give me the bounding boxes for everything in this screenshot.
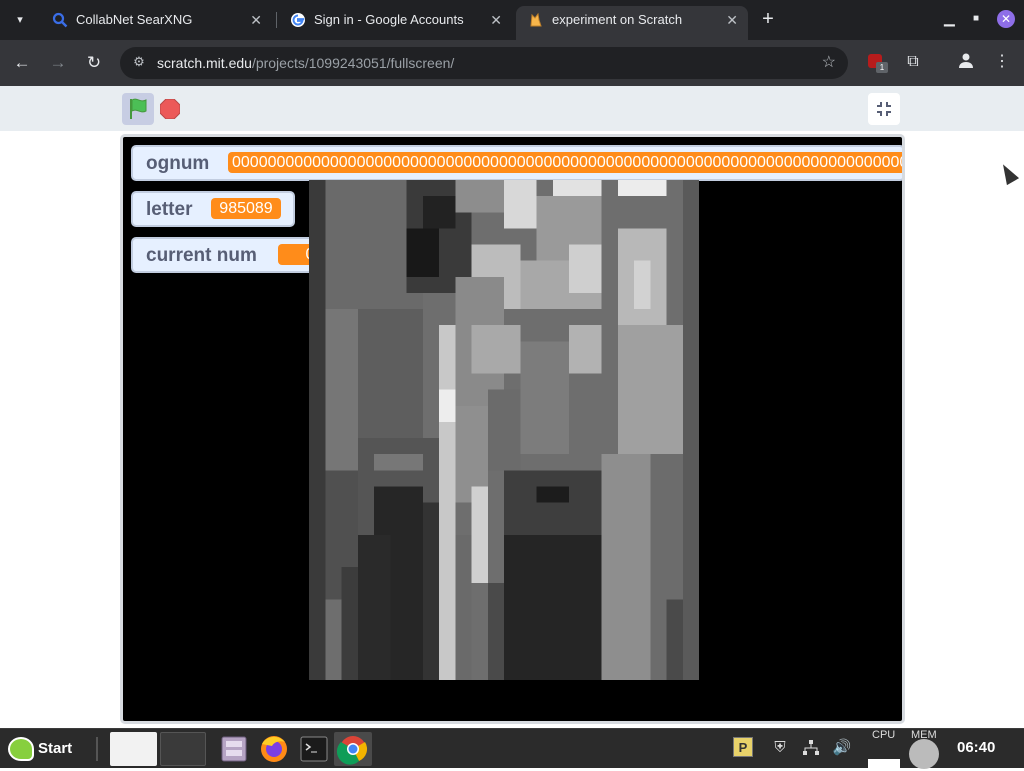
tab-searxng[interactable]: CollabNet SearXNG ✕ bbox=[40, 6, 272, 40]
exit-fullscreen-button[interactable] bbox=[868, 93, 900, 125]
bookmark-star-icon[interactable]: ☆ bbox=[822, 47, 836, 79]
forward-button[interactable]: → bbox=[46, 51, 70, 75]
taskbar-separator bbox=[96, 737, 98, 761]
cpu-label: CPU bbox=[872, 729, 896, 741]
firefox-icon[interactable] bbox=[256, 732, 292, 766]
network-icon[interactable] bbox=[801, 738, 821, 758]
reload-button[interactable]: ↻ bbox=[82, 51, 106, 75]
variable-monitor-letter: letter 985089 bbox=[131, 191, 295, 227]
pixelated-image-sprite bbox=[309, 180, 699, 680]
search-icon bbox=[52, 12, 68, 28]
back-button[interactable]: ← bbox=[10, 51, 34, 75]
extensions-puzzle-icon[interactable]: ⧉ bbox=[902, 51, 924, 73]
tab-scratch[interactable]: experiment on Scratch ✕ bbox=[516, 6, 748, 40]
minimize-button[interactable]: ▁ bbox=[944, 10, 955, 27]
clock[interactable]: 06:40 bbox=[957, 739, 995, 756]
monitor-label: current num bbox=[146, 245, 257, 266]
volume-icon[interactable]: 🔊 bbox=[832, 738, 852, 758]
profile-icon[interactable] bbox=[955, 51, 977, 73]
google-icon bbox=[291, 13, 305, 27]
workspace-2[interactable] bbox=[160, 732, 206, 766]
tab-title: CollabNet SearXNG bbox=[76, 12, 193, 27]
workspace-1[interactable] bbox=[110, 732, 157, 766]
monitor-label: letter bbox=[146, 199, 193, 220]
green-flag-button[interactable] bbox=[122, 93, 154, 125]
tab-title: Sign in - Google Accounts bbox=[314, 12, 464, 27]
mem-meter[interactable]: MEM bbox=[906, 729, 944, 769]
scratch-cat-icon bbox=[530, 12, 542, 27]
file-manager-icon[interactable] bbox=[216, 732, 252, 766]
close-icon[interactable]: ✕ bbox=[250, 6, 262, 34]
start-button[interactable]: Start bbox=[8, 735, 72, 763]
mem-graph bbox=[909, 739, 939, 769]
unfullscreen-icon bbox=[877, 102, 891, 116]
cpu-meter[interactable]: CPU bbox=[866, 729, 902, 769]
url-text[interactable]: scratch.mit.edu/projects/1099243051/full… bbox=[157, 47, 454, 79]
chrome-icon[interactable] bbox=[334, 732, 372, 766]
tab-separator bbox=[276, 12, 277, 28]
window-close-button[interactable]: ✕ bbox=[997, 10, 1015, 28]
extension-icon[interactable]: 1 bbox=[866, 52, 888, 73]
address-bar[interactable]: ⚙ scratch.mit.edu/projects/1099243051/fu… bbox=[120, 47, 848, 79]
close-icon[interactable]: ✕ bbox=[726, 6, 738, 34]
tab-google-accounts[interactable]: Sign in - Google Accounts ✕ bbox=[278, 6, 512, 40]
cpu-graph bbox=[868, 759, 900, 768]
monitor-value: 0000000000000000000000000000000000000000… bbox=[228, 152, 902, 173]
clipboard-applet-icon[interactable]: P bbox=[733, 737, 753, 757]
tab-search-button[interactable]: ▾ bbox=[8, 8, 32, 32]
tab-strip: ▾ CollabNet SearXNG ✕ Sign in - Google A… bbox=[0, 0, 1024, 40]
shield-icon[interactable]: ⛨ bbox=[770, 738, 790, 758]
monitor-label: ognum bbox=[146, 153, 210, 174]
menu-kebab-icon[interactable]: ⋮ bbox=[991, 51, 1013, 73]
taskbar: Start P ⛨ 🔊 CPU MEM 06:40 bbox=[0, 728, 1024, 769]
tab-title: experiment on Scratch bbox=[552, 12, 683, 27]
mouse-cursor bbox=[996, 160, 1020, 186]
stop-sign-icon bbox=[159, 98, 181, 120]
close-icon[interactable]: ✕ bbox=[490, 6, 502, 34]
terminal-icon[interactable] bbox=[296, 732, 332, 766]
new-tab-button[interactable]: + bbox=[756, 8, 780, 32]
linux-mint-logo-icon bbox=[8, 737, 34, 761]
maximize-button[interactable]: ■ bbox=[973, 13, 979, 24]
green-flag-icon bbox=[130, 98, 147, 119]
start-label: Start bbox=[38, 740, 73, 757]
site-info-icon[interactable]: ⚙ bbox=[130, 54, 148, 72]
stop-button[interactable] bbox=[159, 98, 181, 120]
monitor-value: 985089 bbox=[211, 198, 281, 219]
variable-monitor-ognum: ognum 0000000000000000000000000000000000… bbox=[131, 145, 902, 181]
